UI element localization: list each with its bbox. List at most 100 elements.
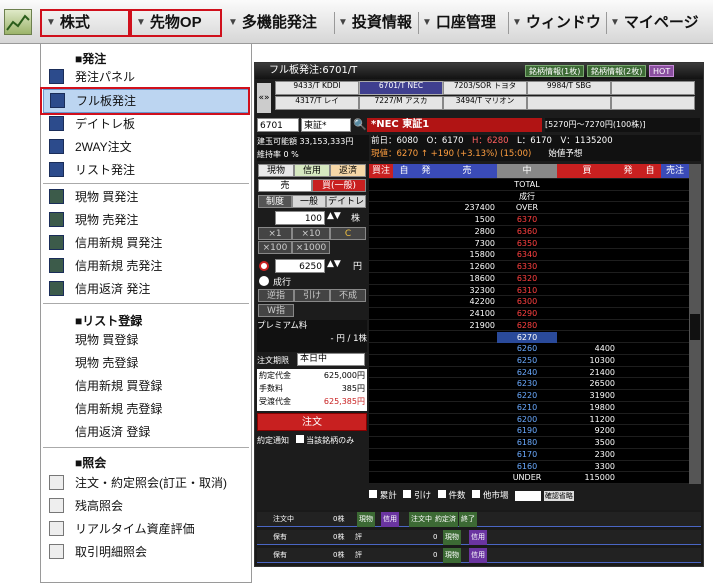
- board-price[interactable]: 6240: [497, 367, 557, 379]
- board-price[interactable]: 6280: [497, 320, 557, 332]
- stock-tab[interactable]: [527, 96, 611, 110]
- board-buy-qty[interactable]: 2300: [559, 449, 615, 461]
- menu-invest-info[interactable]: ▼ 投資情報: [338, 11, 412, 35]
- board-price[interactable]: 6220: [497, 390, 557, 402]
- hot-button[interactable]: HOT: [649, 65, 675, 77]
- menu-item-list-cash-sell[interactable]: 現物 売登録: [43, 352, 249, 375]
- stock-info-1-button[interactable]: 銘柄情報(1枚): [525, 65, 585, 77]
- tab-cash[interactable]: 現物: [258, 164, 294, 177]
- board-buy-qty[interactable]: 4400: [559, 343, 615, 355]
- board-row-bid[interactable]: 6240 21400: [369, 367, 689, 379]
- menu-item-margin-close[interactable]: 信用返済 発注: [43, 278, 249, 301]
- board-sell-qty[interactable]: 237400: [437, 202, 495, 214]
- qty-x100-button[interactable]: ×100: [258, 241, 292, 254]
- stock-tab[interactable]: 9433/T KDDI: [275, 81, 359, 95]
- board-buy-qty[interactable]: 9200: [559, 425, 615, 437]
- tab-scroll-left[interactable]: «»: [257, 83, 271, 113]
- buy-general-toggle[interactable]: 買(一般): [312, 179, 366, 192]
- other-market-checkbox[interactable]: [472, 490, 481, 498]
- board-row-bid[interactable]: 6220 31900: [369, 390, 689, 402]
- board-buy-qty[interactable]: 26500: [559, 378, 615, 390]
- status-tag[interactable]: 注文中: [409, 512, 434, 527]
- menu-item-statement[interactable]: 取引明細照会: [43, 541, 249, 564]
- stock-tab-active[interactable]: 6701/T NEC: [359, 81, 443, 95]
- menu-item-balance[interactable]: 残高照会: [43, 495, 249, 518]
- menu-multi-order[interactable]: ▼ 多機能発注: [228, 11, 317, 35]
- board-row-ask[interactable]: 18600 6320: [369, 273, 689, 285]
- board-price[interactable]: 6200: [497, 414, 557, 426]
- menu-account[interactable]: ▼ 口座管理: [422, 11, 496, 35]
- only-checkbox[interactable]: [295, 435, 304, 443]
- board-price[interactable]: 6180: [497, 437, 557, 449]
- board-row-ask[interactable]: 12600 6330: [369, 261, 689, 273]
- stock-tab[interactable]: 7203/SOR トヨタ: [443, 81, 527, 95]
- board-sell-qty[interactable]: 7300: [437, 238, 495, 250]
- board-price[interactable]: 6160: [497, 461, 557, 473]
- board-buy-qty[interactable]: 19800: [559, 402, 615, 414]
- quantity-input[interactable]: 100: [275, 211, 325, 225]
- stop-order-button[interactable]: 逆指: [258, 289, 294, 302]
- board-buy-qty[interactable]: 115000: [559, 472, 615, 484]
- board-row-summary[interactable]: 成行: [369, 191, 689, 203]
- board-sell-qty[interactable]: 12600: [437, 261, 495, 273]
- board-row-ask[interactable]: 42200 6300: [369, 296, 689, 309]
- board-price[interactable]: 6260: [497, 343, 557, 355]
- board-row-summary[interactable]: TOTAL: [369, 179, 689, 191]
- search-icon[interactable]: 🔍: [353, 118, 367, 132]
- stock-tab[interactable]: 3494/T マリオン: [443, 96, 527, 110]
- market-order-radio[interactable]: [259, 276, 269, 286]
- board-sell-qty[interactable]: 24100: [437, 308, 495, 320]
- close-checkbox[interactable]: [403, 490, 412, 498]
- board-sell-qty[interactable]: 15800: [437, 249, 495, 261]
- menu-item-cash-sell[interactable]: 現物 売発注: [43, 209, 249, 232]
- board-buy-qty[interactable]: 3500: [559, 437, 615, 449]
- stock-tab[interactable]: 4317/T レイ: [275, 96, 359, 110]
- board-sell-qty[interactable]: 1500: [437, 214, 495, 226]
- board-scrollbar[interactable]: [689, 164, 701, 484]
- board-row-ask[interactable]: 1500 6370: [369, 214, 689, 226]
- board-row-bid[interactable]: 6250 10300: [369, 355, 689, 367]
- menu-item-asset[interactable]: リアルタイム資産評価: [43, 518, 249, 541]
- stock-info-2-button[interactable]: 銘柄情報(2枚): [587, 65, 647, 77]
- menu-stock[interactable]: ▼ 株式: [40, 9, 130, 37]
- board-price[interactable]: 6270: [497, 331, 557, 344]
- kind-daytrade[interactable]: デイトレ: [326, 195, 366, 208]
- board-row-ask[interactable]: 7300 6350: [369, 238, 689, 250]
- board-row-bid[interactable]: 6170 2300: [369, 449, 689, 461]
- status-tag[interactable]: 約定済: [433, 512, 458, 527]
- board-row-bid[interactable]: 6160 3300: [369, 461, 689, 473]
- menu-mypage[interactable]: ▼ マイページ: [610, 11, 699, 35]
- board-price[interactable]: 6250: [497, 355, 557, 367]
- app-logo-icon[interactable]: [4, 9, 32, 35]
- board-price[interactable]: 6300: [497, 296, 557, 308]
- board-price[interactable]: 6350: [497, 238, 557, 250]
- board-buy-qty[interactable]: 31900: [559, 390, 615, 402]
- menu-item-list-order[interactable]: リスト発注: [43, 159, 249, 182]
- board-sell-qty[interactable]: 32300: [437, 285, 495, 297]
- board-row-bid[interactable]: 6230 26500: [369, 378, 689, 391]
- quantity-stepper[interactable]: ▲▼: [327, 211, 349, 225]
- board-buy-qty[interactable]: 11200: [559, 414, 615, 426]
- board-price[interactable]: UNDER: [497, 472, 557, 484]
- status-tag[interactable]: 信用: [381, 512, 399, 527]
- status-tag[interactable]: 現物: [443, 548, 461, 563]
- cumulative-checkbox[interactable]: [369, 490, 377, 498]
- sell-toggle[interactable]: 売: [258, 179, 312, 192]
- qty-clear-button[interactable]: C: [330, 227, 366, 240]
- qty-x1000-button[interactable]: ×1000: [292, 241, 330, 254]
- board-row-bid[interactable]: 6210 19800: [369, 402, 689, 414]
- board-row-ask[interactable]: 21900 6280: [369, 320, 689, 332]
- board-price[interactable]: OVER: [497, 202, 557, 214]
- qty-x10-button[interactable]: ×10: [292, 227, 330, 240]
- board-price[interactable]: 6370: [497, 214, 557, 226]
- term-select[interactable]: 本日中: [297, 353, 365, 366]
- market-select[interactable]: 東証*: [301, 118, 351, 132]
- status-tag[interactable]: 現物: [357, 512, 375, 527]
- menu-item-list-cash-buy[interactable]: 現物 買登録: [43, 329, 249, 352]
- w-order-button[interactable]: W指: [258, 304, 294, 317]
- board-row-ask[interactable]: 2800 6360: [369, 226, 689, 238]
- menu-item-twoway[interactable]: 2WAY注文: [43, 136, 249, 159]
- status-tag[interactable]: 終了: [459, 512, 477, 527]
- menu-item-margin-sell[interactable]: 信用新規 売発注: [43, 255, 249, 278]
- stock-tab[interactable]: [611, 81, 695, 95]
